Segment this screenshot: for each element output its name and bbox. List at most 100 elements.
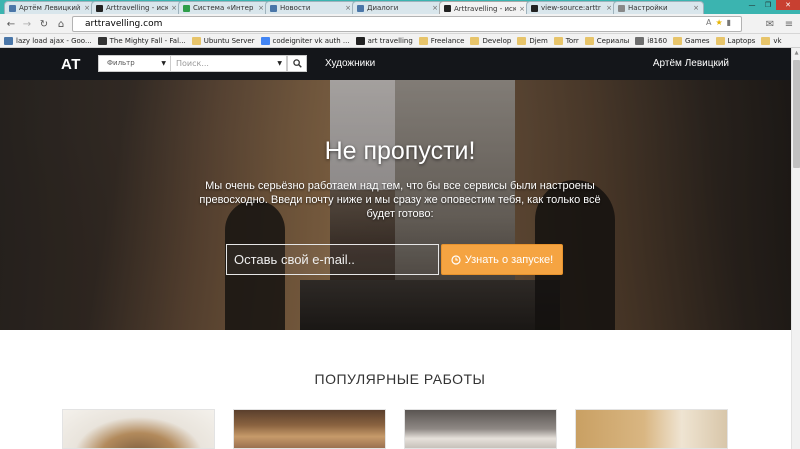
bookmark-label: Games bbox=[685, 36, 710, 45]
site-logo[interactable]: AT bbox=[61, 56, 81, 73]
bookmark-item[interactable]: Сериалы bbox=[584, 36, 630, 45]
address-bar[interactable]: arttravelling.com bbox=[72, 16, 742, 32]
browser-tab[interactable]: Артём Левицкий × bbox=[4, 1, 95, 14]
folder-icon bbox=[673, 36, 683, 45]
tab-title: view-source:arttr bbox=[541, 4, 601, 12]
filter-select[interactable]: Фильтр ▼ bbox=[98, 55, 171, 72]
home-icon[interactable]: ⌂ bbox=[54, 17, 68, 31]
tab-close-icon[interactable]: × bbox=[258, 4, 264, 12]
email-input[interactable]: Оставь свой e-mail.. bbox=[226, 244, 439, 275]
tab-close-icon[interactable]: × bbox=[432, 4, 438, 12]
caret-down-icon: ▼ bbox=[161, 60, 166, 67]
vk-msg-icon bbox=[357, 4, 364, 12]
bookmark-item[interactable]: Torr bbox=[553, 36, 579, 45]
bookmark-item[interactable]: Djem bbox=[517, 36, 548, 45]
tab-close-icon[interactable]: × bbox=[84, 4, 90, 12]
bookmark-star-icon[interactable]: ★ bbox=[715, 18, 722, 27]
bookmark-item[interactable]: Develop bbox=[470, 36, 512, 45]
bookmark-item[interactable]: Ubuntu Server bbox=[191, 36, 255, 45]
back-icon[interactable]: ← bbox=[4, 17, 18, 31]
browser-tab[interactable]: Новости × bbox=[265, 1, 356, 14]
bookmark-item[interactable]: Freelance bbox=[418, 36, 465, 45]
browser-tab[interactable]: Arttravelling - иск × bbox=[439, 1, 530, 15]
mail-icon[interactable]: ✉ bbox=[763, 17, 777, 31]
art-icon bbox=[444, 5, 451, 12]
tab-close-icon[interactable]: × bbox=[519, 5, 525, 13]
site-navbar: AT Фильтр ▼ Поиск... ▼ Художники Артём Л… bbox=[0, 48, 800, 80]
forward-icon[interactable]: → bbox=[20, 17, 34, 31]
sys-icon bbox=[183, 4, 190, 12]
reload-icon[interactable]: ↻ bbox=[37, 17, 51, 31]
bookmark-label: Develop bbox=[482, 36, 512, 45]
hero-title: Не пропусти! bbox=[324, 137, 476, 165]
bookmark-label: Djem bbox=[529, 36, 548, 45]
window-close-icon[interactable]: ✕ bbox=[776, 0, 800, 10]
bookmark-item[interactable]: Laptops bbox=[715, 36, 756, 45]
tab-strip: Артём Левицкий × Arttravelling - иск × Систе… bbox=[0, 0, 800, 15]
notify-button-label: Узнать о запуске! bbox=[464, 253, 554, 266]
scrollbar-thumb[interactable] bbox=[793, 60, 800, 168]
hero-section: Не пропусти! Мы очень серьёзно работаем … bbox=[0, 80, 800, 330]
tab-close-icon[interactable]: × bbox=[693, 4, 699, 12]
extension-icon[interactable]: ▮ bbox=[727, 18, 731, 27]
scroll-up-icon[interactable]: ▲ bbox=[792, 50, 800, 56]
tab-close-icon[interactable]: × bbox=[606, 4, 612, 12]
art-icon bbox=[531, 4, 538, 12]
bookmark-item[interactable]: Games bbox=[673, 36, 710, 45]
folder-icon bbox=[470, 36, 480, 45]
work-card[interactable] bbox=[404, 409, 557, 449]
bookmark-item[interactable]: art travelling bbox=[355, 36, 413, 45]
tab-title: Артём Левицкий bbox=[19, 4, 81, 12]
bookmark-label: Laptops bbox=[727, 36, 756, 45]
notify-launch-button[interactable]: Узнать о запуске! bbox=[441, 244, 563, 275]
gear-icon bbox=[618, 4, 625, 12]
media-icon bbox=[97, 36, 107, 45]
tab-title: Настройки bbox=[628, 4, 668, 12]
work-card[interactable] bbox=[62, 409, 215, 449]
browser-toolbar: ← → ↻ ⌂ arttravelling.com A ★ ▮ ✉ ≡ bbox=[0, 14, 800, 34]
bookmark-label: Freelance bbox=[430, 36, 465, 45]
browser-tab[interactable]: Настройки × bbox=[613, 1, 704, 14]
work-card[interactable] bbox=[233, 409, 386, 449]
work-thumbnail bbox=[576, 410, 727, 448]
filter-label: Фильтр bbox=[107, 59, 135, 67]
search-button[interactable] bbox=[287, 55, 307, 72]
bookmark-label: i8160 bbox=[647, 36, 668, 45]
work-thumbnail bbox=[63, 410, 214, 448]
bookmark-label: Torr bbox=[565, 36, 579, 45]
work-thumbnail bbox=[405, 410, 556, 448]
user-profile-link[interactable]: Артём Левицкий bbox=[653, 58, 729, 69]
bookmark-label: The Mighty Fall - Fal... bbox=[109, 36, 186, 45]
tab-title: Система «Интер bbox=[193, 4, 254, 12]
tab-close-icon[interactable]: × bbox=[171, 4, 177, 12]
minimize-icon[interactable]: — bbox=[744, 0, 760, 10]
browser-tab[interactable]: Диалоги × bbox=[352, 1, 443, 14]
search-input[interactable]: Поиск... ▼ bbox=[171, 55, 287, 72]
bookmark-item[interactable]: The Mighty Fall - Fal... bbox=[97, 36, 186, 45]
email-placeholder: Оставь свой e-mail.. bbox=[234, 252, 355, 267]
folder-icon bbox=[715, 36, 725, 45]
bookmark-item[interactable]: vk bbox=[761, 36, 782, 45]
bookmark-item[interactable]: codeigniter vk auth ... bbox=[260, 36, 350, 45]
browser-tab[interactable]: Arttravelling - иск × bbox=[91, 1, 182, 14]
clock-icon bbox=[451, 254, 461, 265]
google-icon bbox=[260, 36, 270, 45]
tab-close-icon[interactable]: × bbox=[345, 4, 351, 12]
browser-tab[interactable]: Система «Интер × bbox=[178, 1, 269, 14]
maximize-icon[interactable]: ❐ bbox=[760, 0, 776, 10]
bookmark-item[interactable]: i8160 bbox=[635, 36, 668, 45]
bookmark-label: codeigniter vk auth ... bbox=[272, 36, 350, 45]
menu-icon[interactable]: ≡ bbox=[782, 17, 796, 31]
page-scrollbar[interactable]: ▲ bbox=[791, 48, 800, 449]
browser-tab[interactable]: view-source:arttr × bbox=[526, 1, 617, 14]
bookmark-item[interactable]: lazy load ajax - Goo... bbox=[4, 36, 92, 45]
translate-icon[interactable]: A bbox=[706, 18, 711, 27]
nav-link-artists[interactable]: Художники bbox=[325, 58, 375, 69]
search-placeholder: Поиск... bbox=[176, 59, 209, 68]
tab-title: Диалоги bbox=[367, 4, 399, 12]
art-icon bbox=[96, 4, 103, 12]
bookmark-label: Сериалы bbox=[596, 36, 630, 45]
work-card[interactable] bbox=[575, 409, 728, 449]
caret-down-icon: ▼ bbox=[277, 60, 282, 67]
toolbar-right: ✉ ≡ bbox=[763, 17, 796, 31]
